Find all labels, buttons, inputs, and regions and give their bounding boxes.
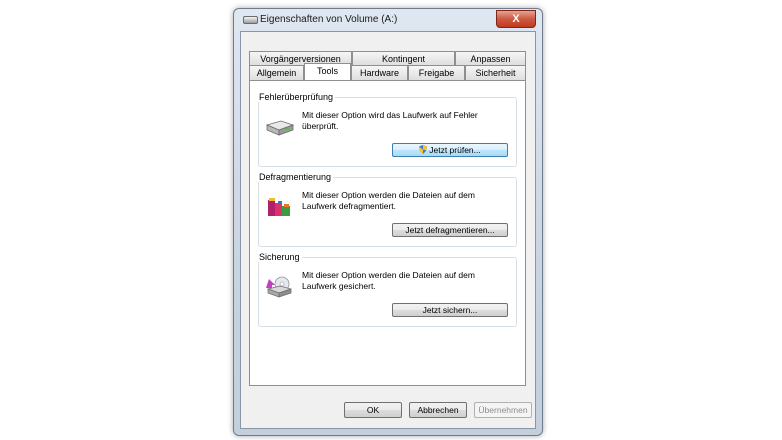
- apply-button[interactable]: Übernehmen: [474, 402, 532, 418]
- dialog-client: Vorgängerversionen Kontingent Anpassen A…: [240, 31, 536, 429]
- close-button[interactable]: X: [496, 10, 536, 28]
- uac-shield-icon: [419, 145, 428, 154]
- check-now-button[interactable]: Jetzt prüfen...: [392, 143, 508, 157]
- tab-tools[interactable]: Tools: [304, 63, 351, 80]
- properties-window: Eigenschaften von Volume (A:) X Vorgänge…: [233, 8, 543, 436]
- backup-icon: [266, 276, 293, 298]
- defrag-now-button[interactable]: Jetzt defragmentieren...: [392, 223, 508, 237]
- group-description: Mit dieser Option wird das Laufwerk auf …: [302, 110, 478, 131]
- group-label: Sicherung: [258, 252, 302, 262]
- tab-hardware[interactable]: Hardware: [351, 65, 408, 80]
- tab-sicherheit[interactable]: Sicherheit: [465, 65, 526, 80]
- hard-drive-icon: [265, 120, 295, 136]
- tools-panel: Fehlerüberprüfung Mit dieser Option wird…: [249, 80, 526, 386]
- group-label: Fehlerüberprüfung: [258, 92, 336, 102]
- group-defrag: Defragmentierung Mit dieser Option werde…: [258, 172, 517, 247]
- tab-freigabe[interactable]: Freigabe: [408, 65, 465, 80]
- ok-button[interactable]: OK: [344, 402, 402, 418]
- tab-anpassen[interactable]: Anpassen: [455, 51, 526, 65]
- drive-icon: [243, 16, 258, 24]
- group-backup: Sicherung Mit dieser Option werden die D…: [258, 252, 517, 327]
- defrag-icon: [268, 198, 290, 216]
- window-title: Eigenschaften von Volume (A:): [260, 14, 398, 25]
- group-description: Mit dieser Option werden die Dateien auf…: [302, 270, 475, 291]
- cancel-button[interactable]: Abbrechen: [409, 402, 467, 418]
- group-error-check: Fehlerüberprüfung Mit dieser Option wird…: [258, 92, 517, 167]
- title-bar[interactable]: Eigenschaften von Volume (A:) X: [234, 9, 542, 31]
- check-now-label: Jetzt prüfen...: [429, 145, 481, 155]
- group-description: Mit dieser Option werden die Dateien auf…: [302, 190, 475, 211]
- backup-now-button[interactable]: Jetzt sichern...: [392, 303, 508, 317]
- tab-kontingent[interactable]: Kontingent: [352, 51, 455, 65]
- group-label: Defragmentierung: [258, 172, 334, 182]
- tab-allgemein[interactable]: Allgemein: [249, 65, 304, 80]
